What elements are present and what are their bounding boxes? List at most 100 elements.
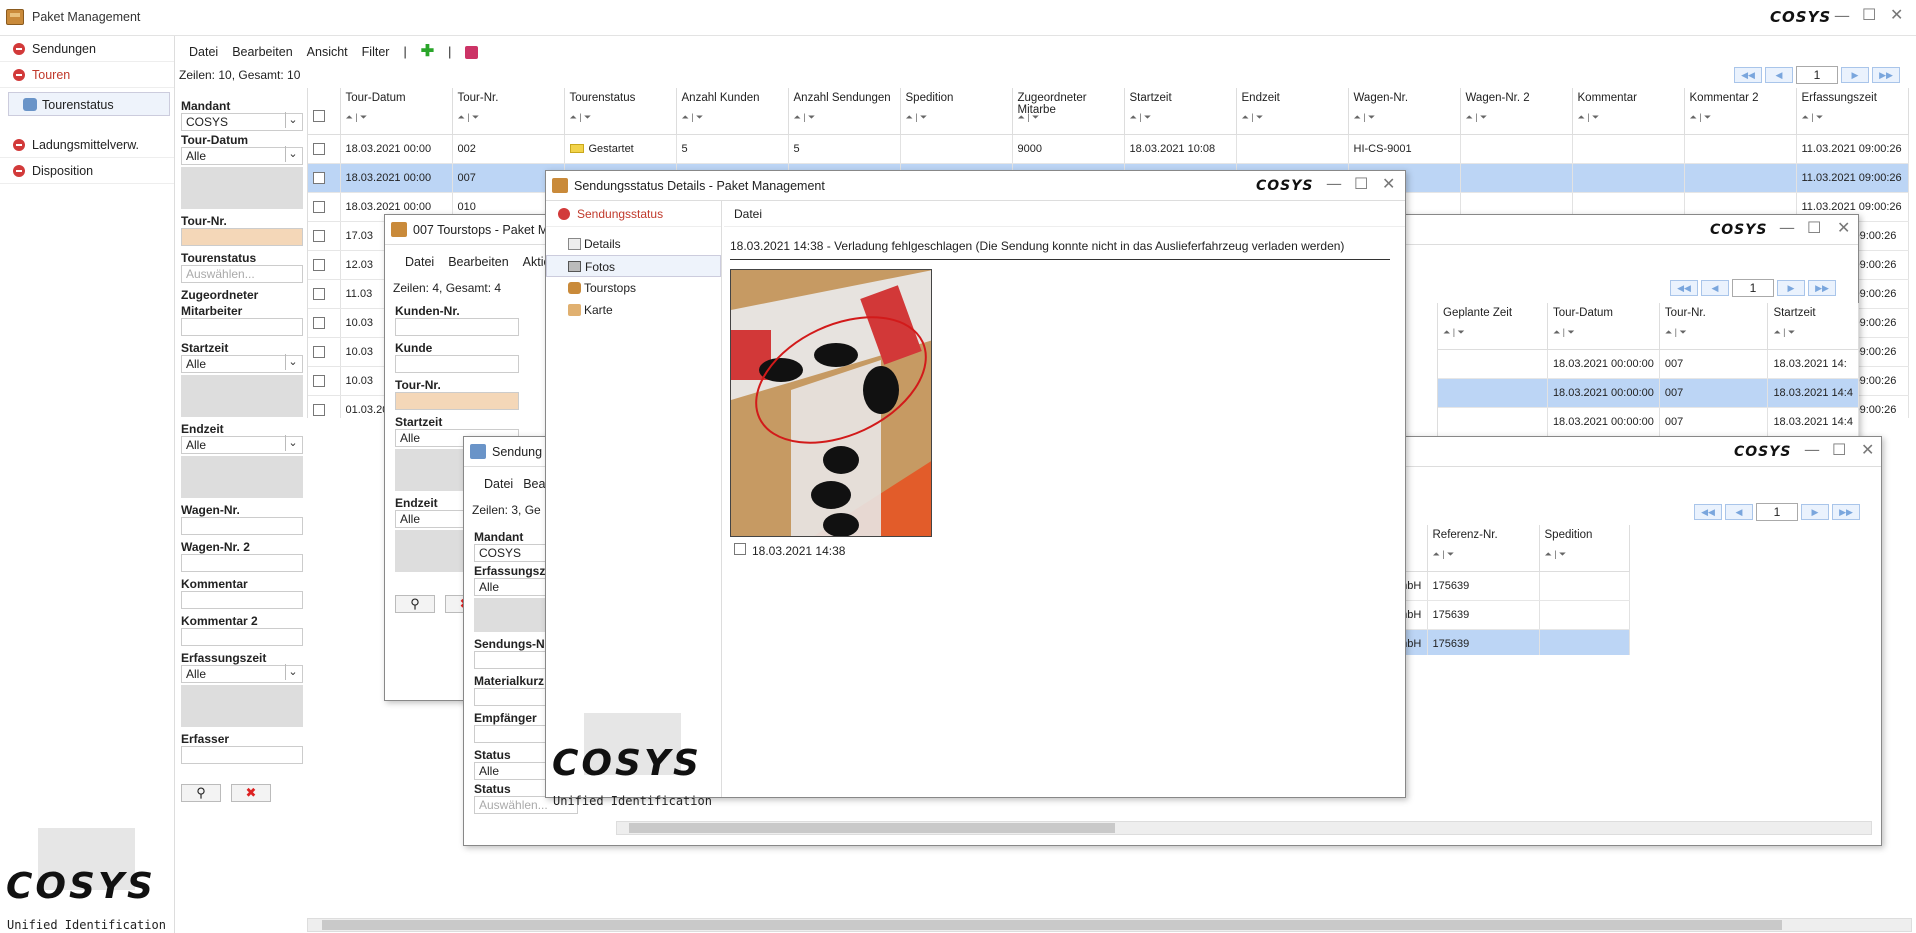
column-header[interactable]: Zugeordneter Mitarbe ⏶ | ⏷ — [1012, 88, 1125, 135]
row-checkbox[interactable] — [313, 142, 325, 155]
last-page-icon[interactable]: ▶▶ — [1832, 504, 1860, 520]
add-icon[interactable]: ✚ — [421, 43, 434, 60]
column-header[interactable]: Startzeit ⏶ | ⏷ — [1124, 88, 1237, 135]
close-icon[interactable]: ✕ — [1382, 169, 1395, 199]
nav-details[interactable]: Details — [546, 233, 721, 255]
menu-datei[interactable]: Datei — [734, 207, 762, 221]
minimize-icon[interactable]: — — [1326, 169, 1342, 199]
endzeit-select[interactable]: Alle — [181, 435, 303, 454]
startzeit-range[interactable] — [181, 375, 303, 417]
menu-datei[interactable]: Datei — [405, 255, 434, 269]
sort-icon[interactable]: ⏶ | ⏷ — [682, 112, 704, 123]
next-page-icon[interactable]: ▶ — [1801, 504, 1829, 520]
tourenstatus-select[interactable]: Auswählen... — [181, 265, 303, 283]
menu-datei[interactable]: Datei — [484, 477, 513, 491]
last-page-icon[interactable]: ▶▶ — [1872, 67, 1900, 83]
erfasser-input[interactable] — [181, 746, 303, 764]
row-checkbox[interactable] — [313, 287, 325, 300]
column-header[interactable]: Tour-Datum ⏶ | ⏷ — [1547, 303, 1660, 350]
tour-nr-input[interactable] — [395, 392, 519, 410]
column-header[interactable]: Erfassungszeit ⏶ | ⏷ — [1796, 88, 1909, 135]
sort-icon[interactable]: ⏶ | ⏷ — [1802, 112, 1824, 123]
sidebar-item-disposition[interactable]: Disposition — [0, 158, 174, 184]
menu-bearbeiten[interactable]: Bearbeiten — [232, 45, 292, 59]
sort-icon[interactable]: ⏶ | ⏷ — [1354, 112, 1376, 123]
row-checkbox[interactable] — [313, 229, 325, 242]
sort-icon[interactable]: ⏶ | ⏷ — [346, 112, 368, 123]
sort-icon[interactable]: ⏶ | ⏷ — [1578, 112, 1600, 123]
row-checkbox[interactable] — [313, 316, 325, 329]
row-checkbox[interactable] — [313, 258, 325, 271]
search-icon[interactable]: ⚲ — [181, 784, 221, 802]
column-header[interactable]: Startzeit ⏶ | ⏷ — [1767, 303, 1859, 350]
menu-datei[interactable]: Datei — [189, 45, 218, 59]
close-icon[interactable]: ✕ — [1890, 5, 1903, 24]
sort-icon[interactable]: ⏶ | ⏷ — [794, 112, 816, 123]
sort-icon[interactable]: ⏶ | ⏷ — [1130, 112, 1152, 123]
search-icon[interactable]: ⚲ — [395, 595, 435, 613]
column-header[interactable]: Tour-Datum ⏶ | ⏷ — [340, 88, 453, 135]
nav-karte[interactable]: Karte — [546, 299, 721, 321]
table-row[interactable]: 18.03.2021 00:00:00 007 18.03.2021 14: — [1438, 349, 1859, 379]
minimize-icon[interactable]: — — [1804, 435, 1820, 465]
section-sendungsstatus[interactable]: Sendungsstatus — [546, 201, 721, 227]
column-header[interactable]: Wagen-Nr. 2 ⏶ | ⏷ — [1460, 88, 1573, 135]
sendungen-hscrollbar[interactable] — [616, 821, 1872, 835]
column-header[interactable]: Spedition ⏶ | ⏷ — [1539, 525, 1630, 572]
maximize-icon[interactable]: ☐ — [1354, 169, 1368, 199]
next-page-icon[interactable]: ▶ — [1777, 280, 1805, 296]
sidebar-item-sendungen[interactable]: Sendungen — [0, 36, 174, 62]
sort-icon[interactable]: ⏶ | ⏷ — [1553, 327, 1575, 338]
row-checkbox[interactable] — [313, 200, 325, 213]
menu-bearbeiten[interactable]: Bea — [523, 477, 545, 491]
column-header[interactable]: Referenz-Nr. ⏶ | ⏷ — [1427, 525, 1540, 572]
maximize-icon[interactable]: ☐ — [1807, 213, 1821, 243]
kunden-nr-input[interactable] — [395, 318, 519, 336]
sort-icon[interactable]: ⏶ | ⏷ — [906, 112, 928, 123]
column-header[interactable]: Endzeit ⏶ | ⏷ — [1236, 88, 1349, 135]
table-row[interactable]: 18.03.2021 00:00:00 007 18.03.2021 14:4 — [1438, 407, 1859, 437]
tour-datum-select[interactable]: Alle — [181, 146, 303, 165]
select-all-header[interactable] — [308, 88, 341, 135]
shipment-photo[interactable] — [730, 269, 932, 537]
sidebar-item-touren[interactable]: Touren — [0, 62, 174, 88]
sidebar-item-tourenstatus[interactable]: Tourenstatus — [8, 92, 170, 116]
last-page-icon[interactable]: ▶▶ — [1808, 280, 1836, 296]
mandant-select[interactable]: COSYS — [181, 112, 303, 131]
main-hscrollbar[interactable] — [307, 918, 1912, 932]
table-row[interactable]: 18.03.2021 00:00 002 Gestartet 5 5 9000 18.03.… — [308, 134, 1909, 164]
tour-datum-range[interactable] — [181, 167, 303, 209]
sort-icon[interactable]: ⏶ | ⏷ — [1545, 549, 1567, 560]
page-input[interactable]: 1 — [1756, 503, 1798, 521]
nav-fotos[interactable]: Fotos — [546, 255, 721, 277]
erfassungszeit-range[interactable] — [181, 685, 303, 727]
export-icon[interactable] — [465, 46, 479, 60]
kommentar-input[interactable] — [181, 591, 303, 609]
next-page-icon[interactable]: ▶ — [1841, 67, 1869, 83]
menu-bearbeiten[interactable]: Bearbeiten — [448, 255, 508, 269]
row-checkbox[interactable] — [313, 345, 325, 358]
kunde-input[interactable] — [395, 355, 519, 373]
menu-filter[interactable]: Filter — [362, 45, 390, 59]
row-checkbox[interactable] — [313, 171, 325, 184]
sort-icon[interactable]: ⏶ | ⏷ — [458, 112, 480, 123]
prev-page-icon[interactable]: ◀ — [1765, 67, 1793, 83]
column-header[interactable]: Kommentar ⏶ | ⏷ — [1572, 88, 1685, 135]
column-header[interactable]: Tour-Nr. ⏶ | ⏷ — [452, 88, 565, 135]
nav-tourstops[interactable]: Tourstops — [546, 277, 721, 299]
sort-icon[interactable]: ⏶ | ⏷ — [1242, 112, 1264, 123]
minimize-icon[interactable]: — — [1834, 6, 1850, 25]
maximize-icon[interactable]: ☐ — [1862, 5, 1876, 24]
mitarbeiter-input[interactable] — [181, 318, 303, 336]
first-page-icon[interactable]: ◀◀ — [1734, 67, 1762, 83]
wagen-input[interactable] — [181, 517, 303, 535]
first-page-icon[interactable]: ◀◀ — [1694, 504, 1722, 520]
column-header[interactable]: Wagen-Nr. ⏶ | ⏷ — [1348, 88, 1461, 135]
sort-icon[interactable]: ⏶ | ⏷ — [1773, 327, 1795, 338]
clear-filter-icon[interactable]: ✖ — [231, 784, 271, 802]
first-page-icon[interactable]: ◀◀ — [1670, 280, 1698, 296]
column-header[interactable]: Tour-Nr. ⏶ | ⏷ — [1659, 303, 1769, 350]
prev-page-icon[interactable]: ◀ — [1701, 280, 1729, 296]
prev-page-icon[interactable]: ◀ — [1725, 504, 1753, 520]
endzeit-range[interactable] — [181, 456, 303, 498]
